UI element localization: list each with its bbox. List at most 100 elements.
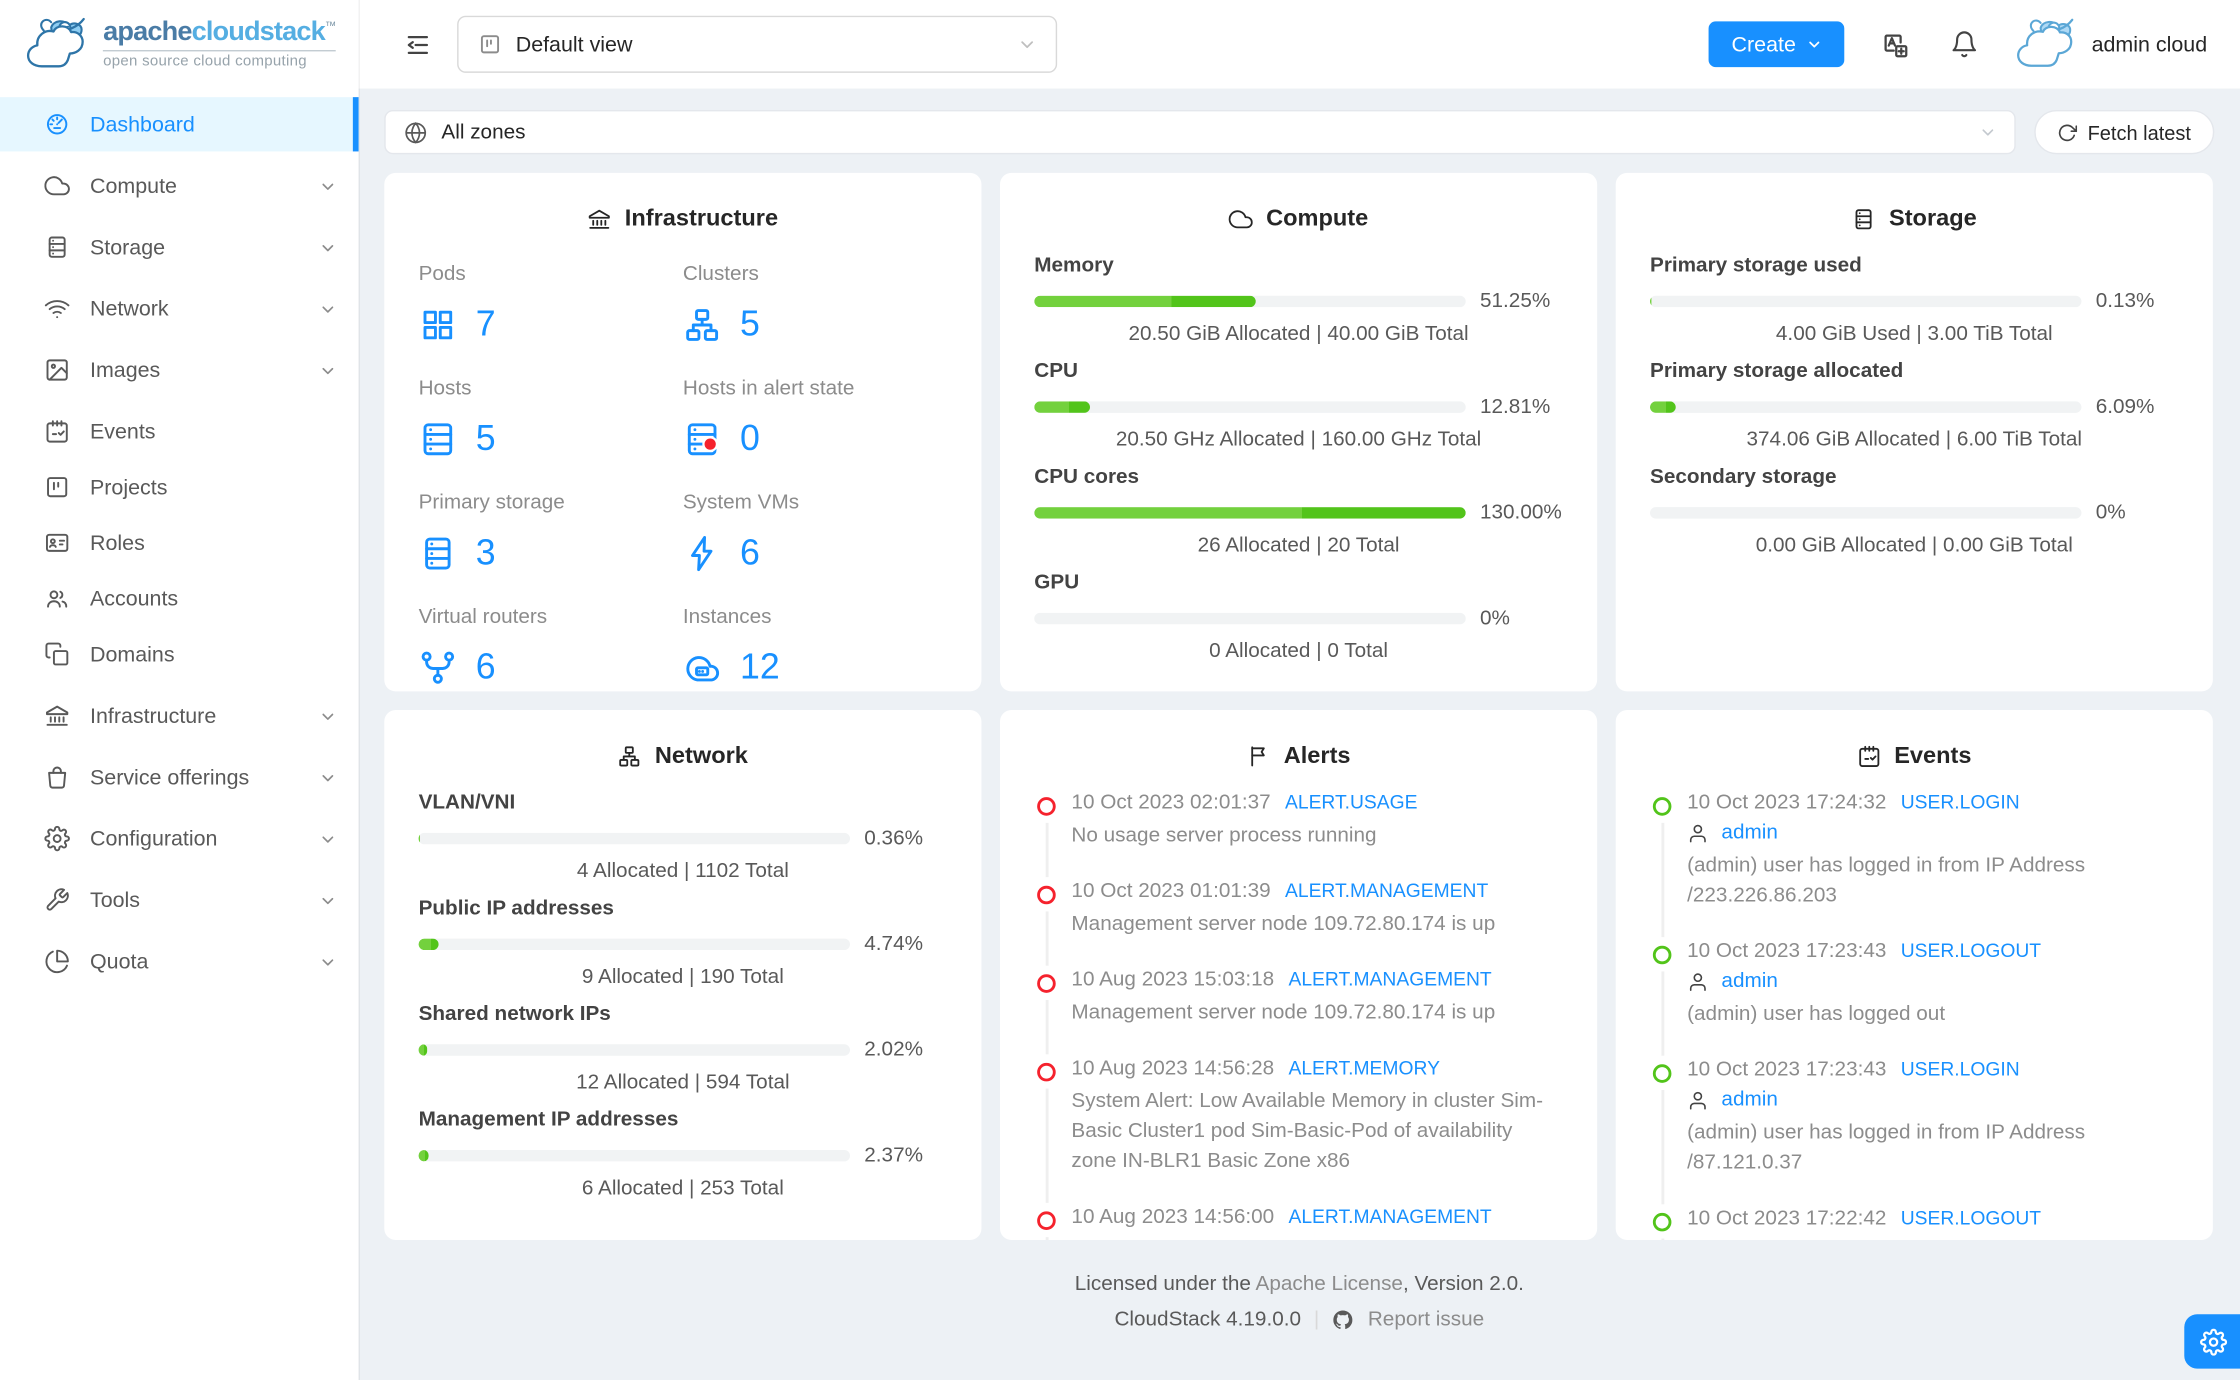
timeline-description: Management server node 109.72.80.174 is …	[1071, 912, 1496, 936]
progress-percent: 12.81%	[1479, 395, 1551, 419]
timeline-item: 10 Oct 2023 17:22:42 USER.LOGOUT	[1652, 1207, 2179, 1240]
infra-stat: Primary storage 3	[419, 491, 683, 574]
apache-license-link[interactable]: Apache License	[1256, 1273, 1403, 1296]
usage-detail: 12 Allocated | 594 Total	[576, 1071, 790, 1095]
usage-label: Shared network IPs	[418, 1002, 611, 1026]
sidebar-item-roles[interactable]: Roles	[0, 516, 359, 570]
progress-percent: 2.37%	[864, 1144, 924, 1168]
sidebar-item-compute[interactable]: Compute	[0, 159, 359, 213]
copy-icon	[44, 641, 70, 667]
usage-detail: 9 Allocated | 190 Total	[581, 965, 784, 989]
sidebar-item-network[interactable]: Network	[0, 281, 359, 335]
user-link[interactable]: admin	[1721, 821, 1777, 844]
sidebar-item-service-offerings[interactable]: Service offerings	[0, 750, 359, 804]
create-button[interactable]: Create	[1708, 21, 1845, 68]
infra-stat: Pods 7	[419, 263, 683, 346]
timeline-tag-link[interactable]: USER.LOGOUT	[1901, 940, 2041, 961]
translate-icon[interactable]	[1880, 29, 1910, 59]
pods-icon	[419, 306, 458, 345]
storage-rack-icon	[1852, 207, 1876, 231]
sidebar-item-images[interactable]: Images	[0, 343, 359, 397]
settings-fab-button[interactable]	[2184, 1314, 2240, 1369]
sidebar-item-projects[interactable]: Projects	[0, 460, 359, 514]
progress-bar	[1034, 612, 1466, 625]
sidebar-item-tools[interactable]: Tools	[0, 873, 359, 927]
stat-label: Clusters	[682, 262, 759, 286]
user-avatar[interactable]	[2013, 16, 2079, 73]
app-logo[interactable]: apachecloudstack™ open source cloud comp…	[0, 0, 359, 89]
picture-icon	[44, 357, 70, 383]
shopping-bag-icon	[44, 764, 70, 790]
usage-label: VLAN/VNI	[418, 791, 516, 815]
github-icon	[1332, 1309, 1355, 1332]
sidebar-item-infrastructure[interactable]: Infrastructure	[0, 689, 359, 743]
stat-value[interactable]: 6	[419, 647, 683, 688]
sidebar-item-storage[interactable]: Storage	[0, 220, 359, 274]
stat-value[interactable]: 5	[683, 304, 947, 345]
sidebar-item-dashboard[interactable]: Dashboard	[0, 97, 359, 152]
sidebar-item-quota[interactable]: Quota	[0, 934, 359, 988]
zone-select[interactable]: All zones	[384, 109, 2016, 155]
sidebar-item-domains[interactable]: Domains	[0, 627, 359, 681]
stat-value[interactable]: 7	[419, 304, 683, 345]
progress-bar	[418, 832, 850, 845]
stat-number: 12	[739, 647, 780, 688]
progress-percent: 0.36%	[864, 827, 924, 850]
timeline-time: 10 Oct 2023 02:01:37 ALERT.USAGE	[1071, 791, 1418, 815]
usage-section: Primary storage used 0.13% 4.00 GiB Used |…	[1649, 254, 2179, 346]
brand-name: apachecloudstack™	[103, 17, 336, 48]
stat-value[interactable]: 5	[419, 419, 683, 460]
timeline-tag-link[interactable]: ALERT.MANAGEMENT	[1288, 969, 1491, 990]
sidebar-item-label: Configuration	[89, 826, 218, 851]
notifications-bell-icon[interactable]	[1950, 30, 1979, 59]
brand-tagline: open source cloud computing	[103, 50, 336, 69]
host-icon	[419, 420, 458, 459]
sidebar-item-label: Tools	[89, 887, 141, 913]
sidebar-item-events[interactable]: Events	[0, 404, 359, 458]
usage-section: Management IP addresses 2.37% 6 Allocated …	[418, 1109, 948, 1200]
stat-value[interactable]: 3	[419, 533, 683, 574]
stat-number: 0	[739, 418, 760, 459]
usage-section: GPU 0% 0 Allocated | 0 Total	[1034, 571, 1563, 663]
timeline-tag-link[interactable]: ALERT.MANAGEMENT	[1285, 880, 1488, 901]
card-title: Events	[1894, 742, 1972, 769]
stat-label: Instances	[682, 605, 772, 629]
timeline-description: System Alert: Low Available Memory in cl…	[1071, 1089, 1544, 1173]
progress-bar	[418, 1044, 850, 1056]
timeline-description: No usage server process running	[1071, 824, 1377, 848]
sidebar-item-configuration[interactable]: Configuration	[0, 811, 359, 865]
progress-bar	[1034, 295, 1466, 308]
timeline-tag-link[interactable]: ALERT.MEMORY	[1288, 1057, 1439, 1078]
user-link[interactable]: admin	[1721, 970, 1777, 993]
network-card: Network VLAN/VNI 0.36% 4 Allocated | 1102 …	[384, 709, 982, 1240]
report-issue-link[interactable]: Report issue	[1368, 1309, 1484, 1332]
usage-detail: 20.50 GHz Allocated | 160.00 GHz Total	[1115, 428, 1482, 452]
cluster-icon	[618, 744, 642, 768]
fetch-latest-button[interactable]: Fetch latest	[2034, 109, 2215, 155]
sidebar-menu: Dashboard Compute Storage Network Images Even…	[0, 89, 359, 989]
sidebar-item-accounts[interactable]: Accounts	[0, 571, 359, 625]
footer: Licensed under the Apache License, Versi…	[384, 1273, 2214, 1332]
menu-fold-icon[interactable]	[404, 31, 431, 58]
timeline-tag-link[interactable]: USER.LOGIN	[1901, 791, 2020, 812]
timeline-description: (admin) user has logged in from IP Addre…	[1687, 1121, 2086, 1175]
fork-icon	[419, 649, 458, 688]
timeline-tag-link[interactable]: ALERT.USAGE	[1285, 791, 1418, 812]
usage-section: Memory 51.25% 20.50 GiB Allocated | 40.00 …	[1034, 254, 1563, 346]
gear-icon	[2200, 1327, 2228, 1355]
timeline-tag-link[interactable]: USER.LOGIN	[1901, 1059, 2020, 1080]
timeline-item: 10 Oct 2023 17:23:43 USER.LOGIN admin (admi…	[1652, 1059, 2179, 1205]
stat-value[interactable]: 6	[683, 533, 947, 574]
timeline-tag-link[interactable]: ALERT.MANAGEMENT	[1288, 1206, 1491, 1227]
progress-bar	[418, 938, 850, 950]
infra-stat: Hosts in alert state 0	[683, 377, 947, 460]
view-select[interactable]: Default view	[457, 15, 1058, 73]
progress-bar	[418, 1149, 850, 1162]
username[interactable]: admin cloud	[2092, 32, 2208, 56]
user-link[interactable]: admin	[1721, 1089, 1777, 1112]
user-icon	[1687, 822, 1708, 843]
timeline-tag-link[interactable]: USER.LOGOUT	[1901, 1207, 2041, 1228]
sidebar-item-label: Infrastructure	[89, 703, 217, 728]
stat-value[interactable]: 12	[683, 647, 947, 688]
stat-value[interactable]: 0	[683, 419, 947, 460]
